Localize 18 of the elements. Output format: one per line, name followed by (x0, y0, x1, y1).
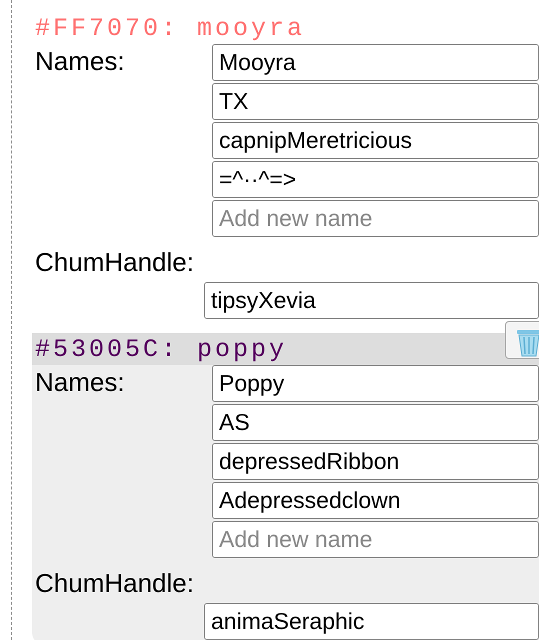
name-field[interactable]: AS (212, 404, 539, 441)
new-name-field[interactable]: Add new name (212, 200, 539, 237)
chumhandle-label: ChumHandle: (34, 246, 195, 279)
chum-heading: #53005C: poppy (32, 333, 539, 365)
new-name-field[interactable]: Add new name (212, 521, 539, 558)
name-field[interactable]: Poppy (212, 365, 539, 402)
chumhandle-label: ChumHandle: (34, 567, 195, 600)
names-label: Names: (34, 366, 126, 399)
names-label: Names: (34, 45, 126, 78)
name-field[interactable]: TX (212, 83, 539, 120)
name-field[interactable]: Adepressedclown (212, 482, 539, 519)
name-field[interactable]: depressedRibbon (212, 443, 539, 480)
chum-heading: #FF7070: mooyra (34, 13, 306, 44)
chumhandle-field[interactable]: animaSeraphic (204, 603, 539, 640)
name-field[interactable]: =^··^=> (212, 161, 539, 198)
name-field[interactable]: Mooyra (212, 44, 539, 81)
name-field[interactable]: capnipMeretricious (212, 122, 539, 159)
chumhandle-field[interactable]: tipsyXevia (204, 282, 539, 319)
